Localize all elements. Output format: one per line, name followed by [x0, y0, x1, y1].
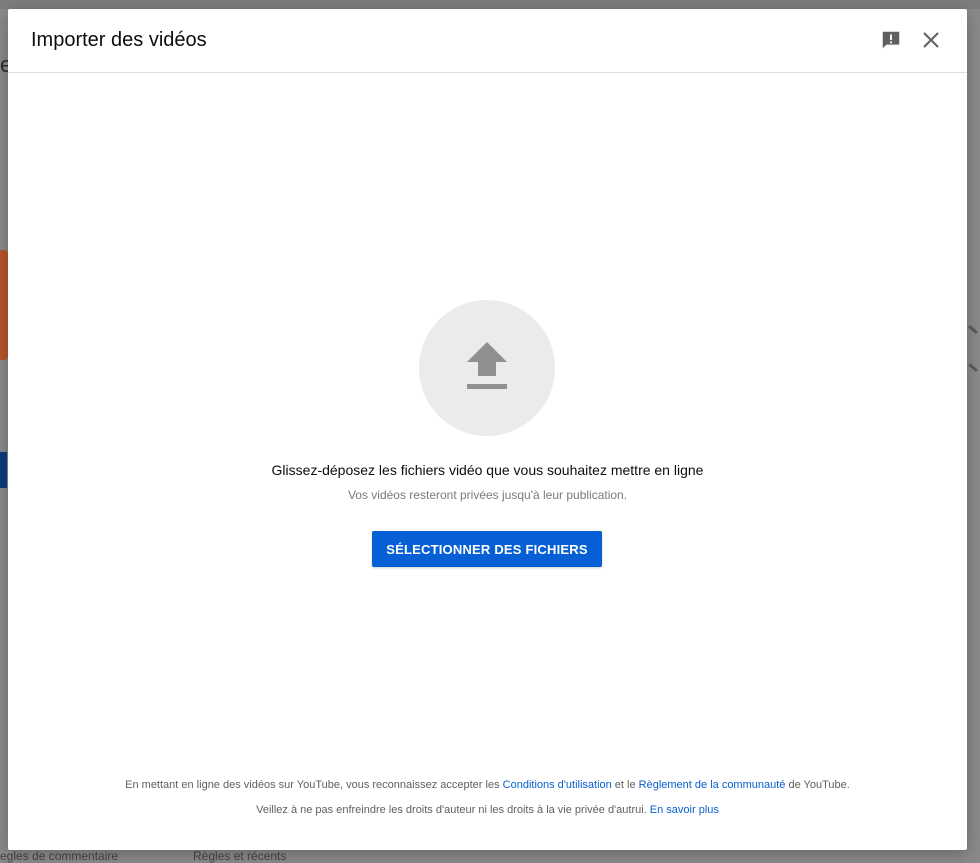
- background-thumbnail: [0, 250, 8, 360]
- background-edit-icon: [968, 363, 978, 372]
- dialog-title: Importer des vidéos: [31, 29, 207, 51]
- dialog-header: Importer des vidéos: [8, 9, 967, 73]
- legal-text: En mettant en ligne des vidéos sur YouTu…: [125, 779, 503, 791]
- upload-arrow-icon: [463, 338, 511, 399]
- feedback-icon: [880, 29, 902, 54]
- legal-notice-line-2: Veillez à ne pas enfreindre les droits d…: [8, 804, 967, 816]
- background-footer-text: egles de commentaire: [0, 849, 119, 863]
- privacy-note: Vos vidéos resteront privées jusqu'à leu…: [347, 488, 628, 502]
- legal-text: et le: [611, 779, 639, 791]
- background-edit-icon: [968, 325, 978, 334]
- select-files-button[interactable]: SÉLECTIONNER DES FICHIERS: [372, 531, 602, 567]
- legal-text: Veillez à ne pas enfreindre les droits d…: [256, 804, 650, 816]
- close-button[interactable]: [917, 27, 945, 55]
- learn-more-link[interactable]: En savoir plus: [650, 804, 719, 816]
- feedback-button[interactable]: [877, 27, 905, 55]
- drag-drop-instruction: Glissez-déposez les fichiers vidéo que v…: [271, 462, 704, 478]
- close-icon: [922, 31, 940, 52]
- upload-drop-zone[interactable]: [419, 300, 555, 436]
- legal-text: de YouTube.: [785, 779, 850, 791]
- legal-notice-line-1: En mettant en ligne des vidéos sur YouTu…: [8, 779, 967, 791]
- community-guidelines-link[interactable]: Règlement de la communauté: [639, 779, 786, 791]
- background-footer-text: Règles et récents: [193, 849, 287, 863]
- background-topbar: [0, 0, 980, 9]
- terms-of-service-link[interactable]: Conditions d'utilisation: [503, 779, 612, 791]
- background-button-fragment: [0, 452, 7, 488]
- upload-dialog: Importer des vidéos Glissez-déposez les …: [8, 9, 967, 850]
